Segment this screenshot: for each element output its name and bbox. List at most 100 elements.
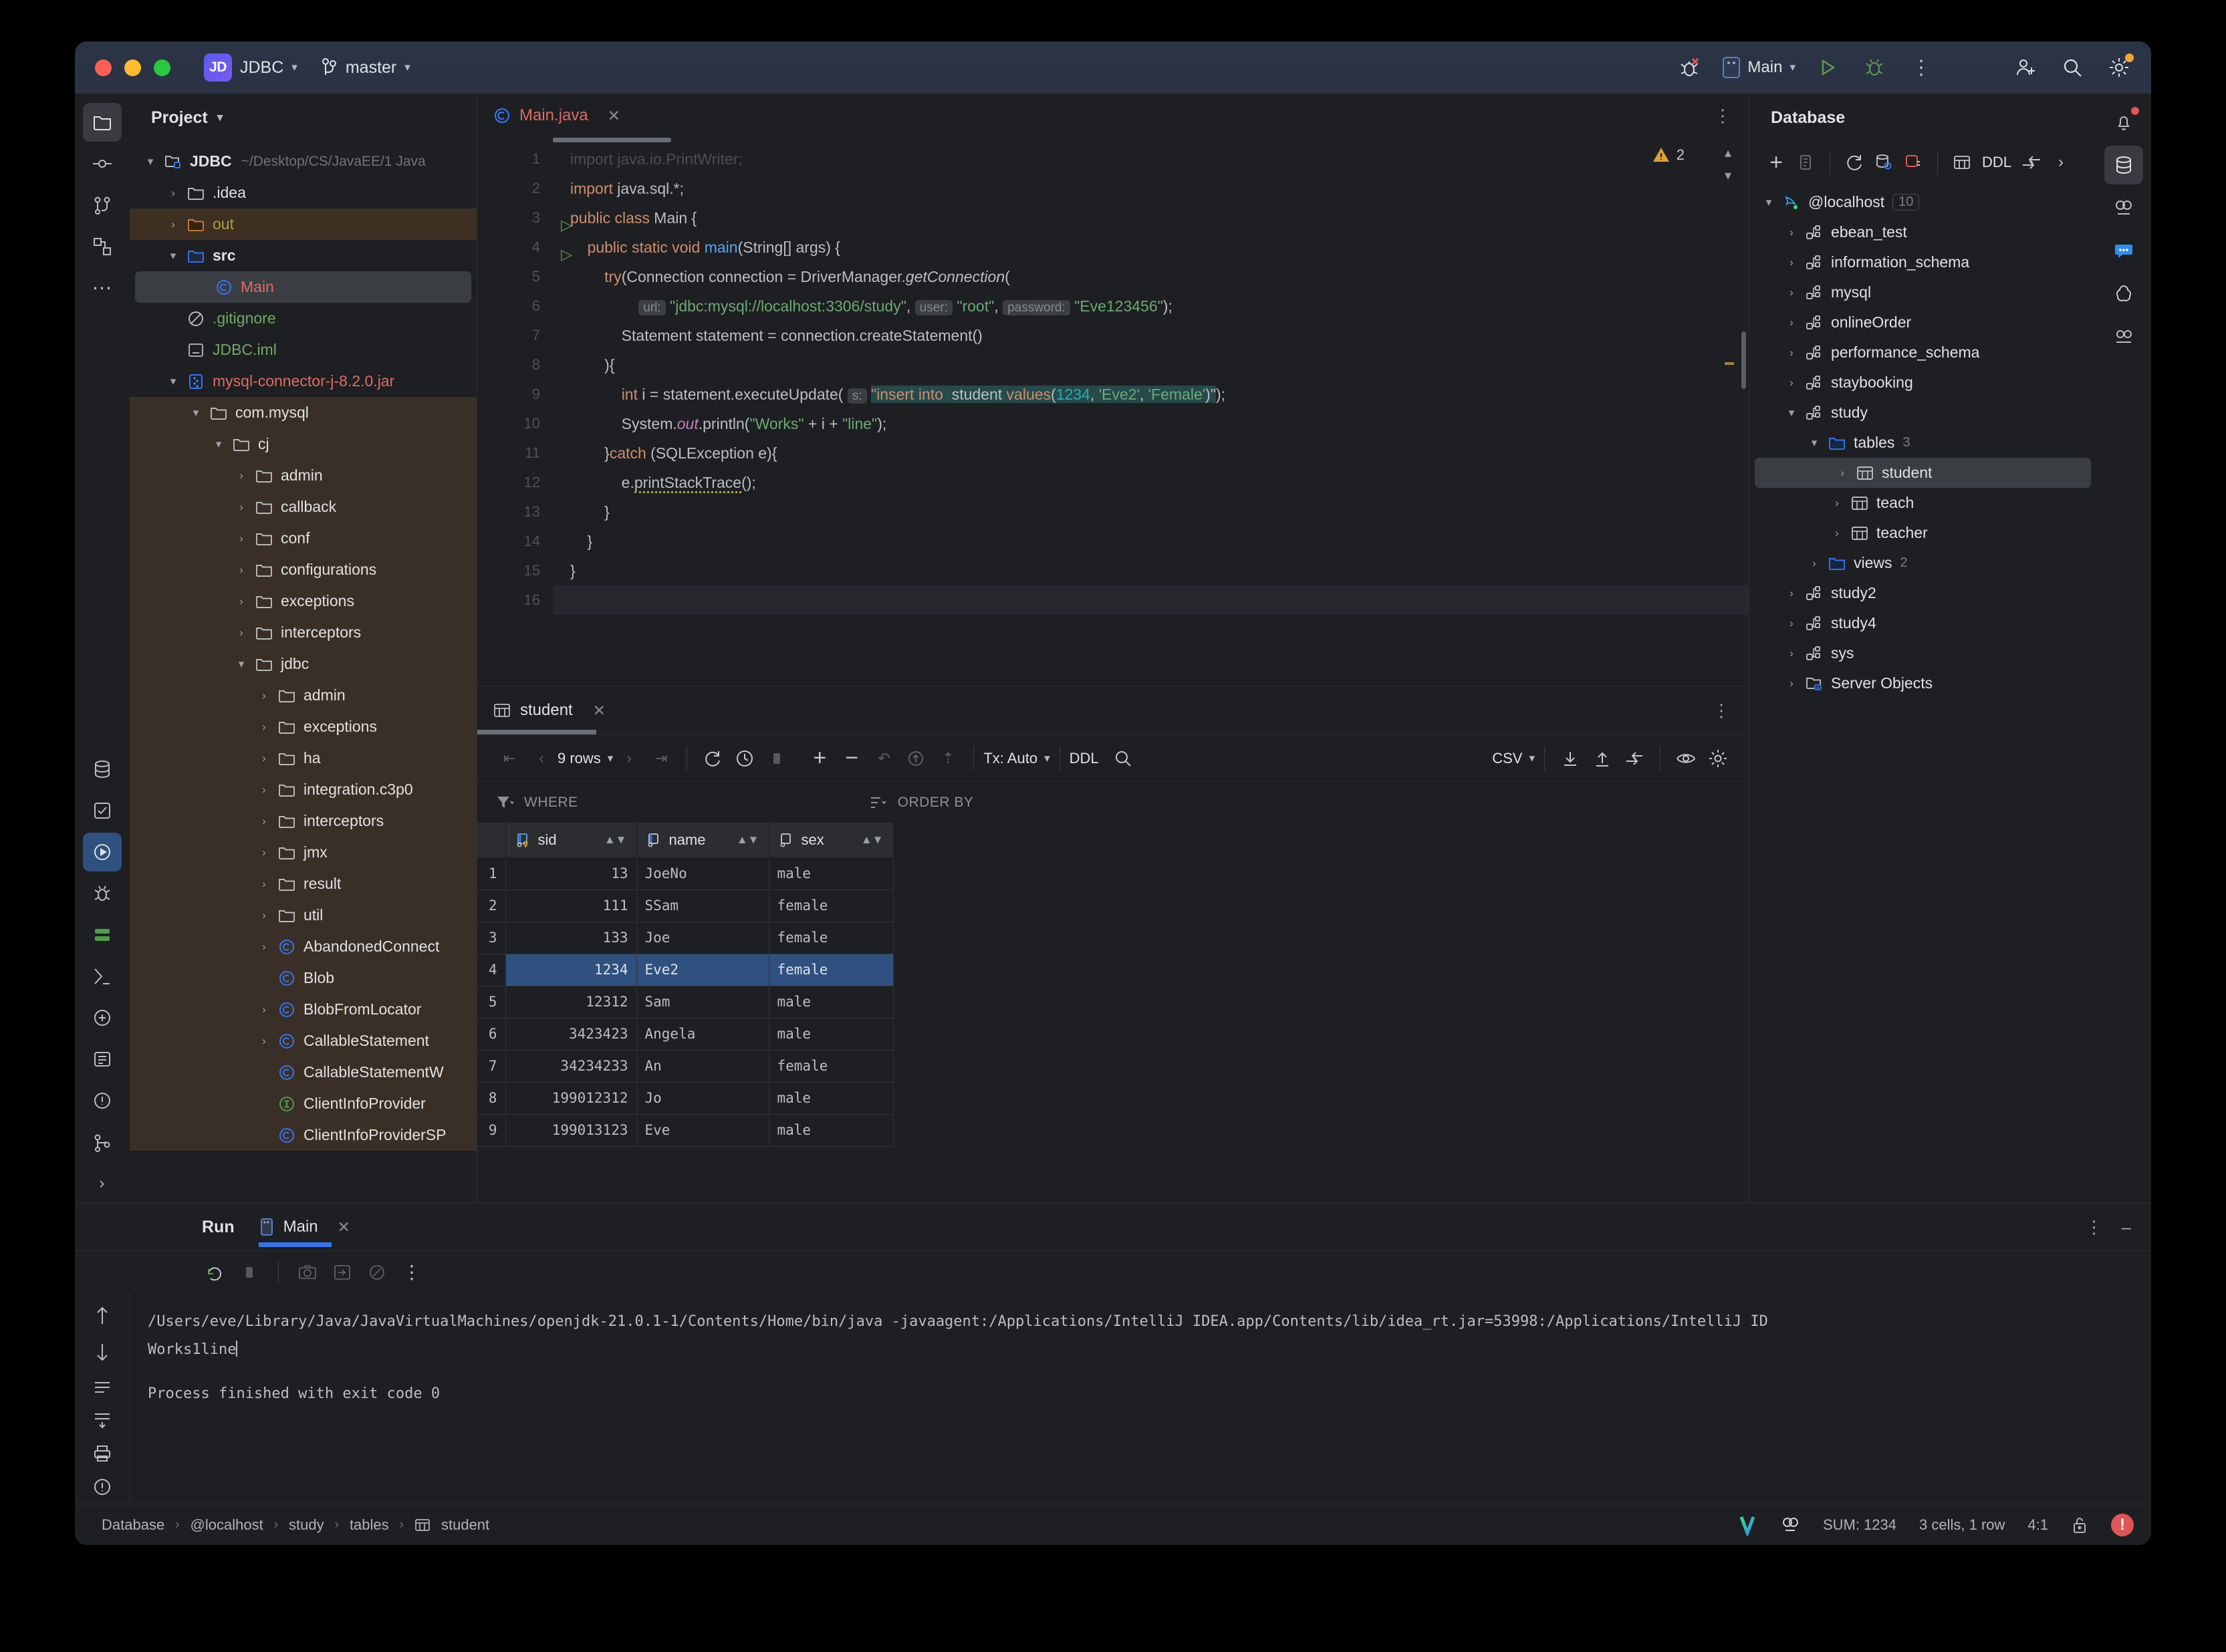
cell-sex[interactable]: female [769,954,893,986]
project-tree-item[interactable]: ▾jdbc [130,648,477,680]
chevron-right-icon[interactable]: › [253,877,275,891]
chevron-right-icon[interactable]: › [1780,647,1803,660]
console-warnings-icon[interactable] [93,1478,112,1496]
table-row[interactable]: 512312Sammale [477,986,893,1018]
chevron-down-icon[interactable]: ▾ [184,406,207,420]
chevron-down-icon[interactable]: ▾ [1780,406,1803,420]
chevron-right-icon[interactable]: › [253,1035,275,1048]
chevron-right-icon[interactable]: › [1780,376,1803,390]
revert-changes-icon[interactable]: ↶ [868,742,900,775]
chevron-down-icon[interactable]: ▾ [162,249,184,263]
chevron-right-icon[interactable]: › [253,783,275,797]
cell-name[interactable]: Sam [636,986,769,1018]
duplicate-icon[interactable] [1791,148,1820,177]
upload-icon[interactable] [1586,742,1618,775]
breadcrumb[interactable]: Database › @localhost › study › tables ›… [102,1516,489,1534]
database-tree-item[interactable]: › study4 [1749,608,2096,638]
chevron-right-icon[interactable]: › [1780,226,1803,239]
chevron-right-icon[interactable]: › [230,469,253,483]
chevron-right-icon[interactable]: › [162,218,184,231]
cell-sex[interactable]: male [769,1018,893,1050]
database-tree-item[interactable]: ▾ @localhost10 [1749,187,2096,217]
cell-sex[interactable]: male [769,986,893,1018]
cell-sid[interactable]: 111 [505,889,636,922]
project-tree-item[interactable]: CallableStatementW [130,1057,477,1088]
cell-sid[interactable]: 133 [505,922,636,954]
inspection-nav-icons[interactable]: ▴ ▾ [1725,144,1731,184]
openai-plugin-icon[interactable] [2104,274,2143,313]
chevron-right-icon[interactable]: › [230,595,253,608]
database-tree[interactable]: ▾ @localhost10› ebean_test› information_… [1749,183,2096,1203]
table-row[interactable]: 9199013123Evemale [477,1114,893,1146]
database-tree-item[interactable]: › ebean_test [1749,217,2096,247]
project-tree-item[interactable]: ›integration.c3p0 [130,774,477,805]
code-text-area[interactable]: import java.io.PrintWriter; import java.… [552,138,1749,686]
project-tree-item[interactable]: ▾cj [130,428,477,460]
close-window-button[interactable] [95,59,112,76]
grid-settings-gear-icon[interactable] [1702,742,1734,775]
editor-vertical-scrollbar[interactable] [1741,331,1746,389]
editor-tab-main-java[interactable]: Main.java ✕ [493,106,620,125]
project-tree-item[interactable]: ›interceptors [130,617,477,648]
database-tree-item[interactable]: › student [1755,458,2091,488]
breadcrumb-study[interactable]: study [289,1516,324,1534]
chevron-right-icon[interactable]: › [253,1003,275,1016]
chevron-down-icon[interactable]: ▾ [1725,167,1731,184]
chevron-right-icon[interactable]: › [253,940,275,954]
project-tree-item[interactable]: ›util [130,900,477,931]
ai-assistant-rail-icon[interactable] [83,998,122,1037]
where-label[interactable]: WHERE [524,795,578,811]
terminal-rail-icon[interactable] [83,957,122,996]
database-tree-item[interactable]: ▾ study [1749,398,2096,428]
disconnect-icon[interactable] [1898,148,1928,177]
cell-sid[interactable]: 12312 [505,986,636,1018]
notifications-rail-icon[interactable] [83,1040,122,1079]
commit-tool-icon[interactable] [83,144,122,183]
project-tree[interactable]: ▾ JDBC~/Desktop/CS/JavaEE/1 Java›.idea›o… [130,142,477,1203]
chevron-down-icon[interactable]: ▾ [217,111,223,124]
project-selector[interactable]: JD JDBC ▾ [204,53,297,82]
caret-position-label[interactable]: 4:1 [2027,1516,2048,1534]
cell-sid[interactable]: 199012312 [505,1082,636,1114]
cell-name[interactable]: Eve2 [636,954,769,986]
project-tree-item[interactable]: ›exceptions [130,585,477,617]
cell-name[interactable]: JoeNo [636,857,769,889]
ddl-button[interactable]: DDL [1070,750,1099,767]
settings-gear-icon[interactable] [2104,53,2134,82]
expand-toolbar-icon[interactable]: › [2046,148,2076,177]
run-console-output[interactable]: /Users/eve/Library/Java/JavaVirtualMachi… [130,1293,2151,1504]
project-tree-item[interactable]: ClientInfoProvider [130,1088,477,1119]
table-row[interactable]: 113JoeNomale [477,857,893,889]
chevron-right-icon[interactable]: › [253,689,275,702]
structure-tool-icon[interactable] [83,227,122,266]
lock-icon[interactable] [2071,1515,2088,1535]
maximize-window-button[interactable] [154,59,170,76]
project-tree-item[interactable]: ›conf [130,523,477,554]
chevron-right-icon[interactable]: › [1780,587,1803,600]
print-icon[interactable] [93,1444,112,1463]
data-grid-table-wrapper[interactable]: sid ▲▼ [477,823,1749,1203]
project-tree-item[interactable]: ›exceptions [130,711,477,742]
history-icon[interactable] [729,742,761,775]
jump-to-console-icon[interactable] [2017,148,2046,177]
chevron-right-icon[interactable]: › [253,909,275,922]
breadcrumb-student[interactable]: student [441,1516,489,1534]
project-tool-icon[interactable] [83,103,122,142]
cell-sex[interactable]: male [769,857,893,889]
project-tree-item[interactable]: › CallableStatement [130,1025,477,1057]
project-tree-item[interactable]: Blob [130,962,477,994]
column-header-name[interactable]: name ▲▼ [636,823,769,857]
project-tree-item[interactable]: ›out [130,209,477,240]
delete-row-icon[interactable]: − [836,742,868,775]
chevron-right-icon[interactable]: › [162,186,184,200]
table-row[interactable]: 2111SSamfemale [477,889,893,922]
chevron-right-icon[interactable]: › [230,626,253,640]
sort-toggle-icon[interactable]: ▲▼ [604,833,627,847]
branch-selector[interactable]: master ▾ [320,57,410,78]
big-data-tools-icon[interactable] [2104,188,2143,227]
reload-page-icon[interactable] [697,742,729,775]
clear-all-icon[interactable] [362,1257,392,1288]
search-icon[interactable] [1107,742,1139,775]
add-row-icon[interactable]: + [803,742,836,775]
soft-wrap-icon[interactable] [327,1257,358,1288]
